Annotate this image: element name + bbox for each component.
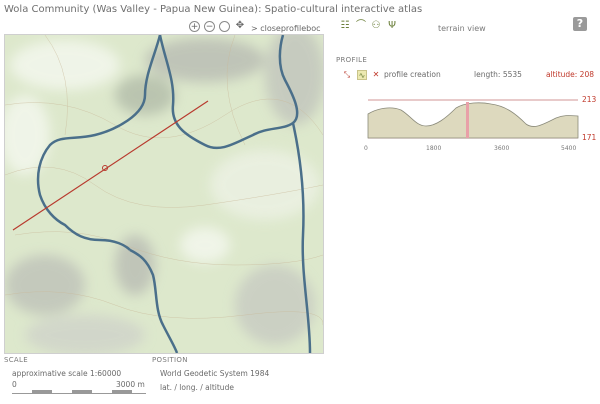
help-button[interactable]: ? bbox=[573, 17, 587, 31]
plant-icon[interactable]: Ψ bbox=[386, 20, 398, 32]
profile-xtick-3: 5400 bbox=[561, 145, 577, 152]
profile-xtick-0: 0 bbox=[364, 145, 368, 152]
profile-tool-icon[interactable]: ⌒ bbox=[355, 20, 367, 32]
scale-end: 3000 m bbox=[116, 380, 145, 389]
profile-length: length: 5535 bbox=[474, 70, 522, 79]
profile-heading: PROFILE bbox=[336, 56, 368, 64]
position-heading: POSITION bbox=[152, 356, 188, 364]
close-profile-link[interactable]: > closeprofileboc bbox=[251, 24, 321, 33]
topographic-map[interactable] bbox=[4, 34, 324, 354]
profile-creation-label: profile creation bbox=[384, 70, 441, 79]
page-title: Wola Community (Was Valley - Papua New G… bbox=[4, 4, 423, 15]
scale-bar bbox=[12, 390, 146, 394]
profile-ymax: 213 bbox=[582, 95, 597, 104]
coords-label: lat. / long. / altitude bbox=[160, 383, 234, 392]
scale-text: approximative scale 1:60000 bbox=[12, 369, 122, 378]
people-icon[interactable]: ⚇ bbox=[370, 20, 382, 32]
profile-altitude: altitude: 208 bbox=[546, 70, 594, 79]
zoom-out-button[interactable]: − bbox=[204, 21, 215, 32]
zoom-in-button[interactable]: + bbox=[189, 21, 200, 32]
zoom-reset-button[interactable] bbox=[219, 21, 230, 32]
elevation-profile-chart bbox=[366, 92, 580, 152]
terrain-view-label: terrain view bbox=[438, 24, 486, 33]
close-icon[interactable]: ✕ bbox=[371, 70, 381, 80]
profile-xtick-2: 3600 bbox=[494, 145, 510, 152]
profile-ymin: 171 bbox=[582, 133, 597, 142]
list-view-icon[interactable]: ☷ bbox=[339, 20, 351, 32]
pan-icon[interactable]: ✥ bbox=[234, 20, 246, 32]
profile-line-icon[interactable]: ∿ bbox=[357, 70, 367, 80]
scale-heading: SCALE bbox=[4, 356, 28, 364]
profile-draw-icon[interactable]: ⤡ bbox=[342, 70, 352, 80]
profile-xtick-1: 1800 bbox=[426, 145, 442, 152]
geodetic-system: World Geodetic System 1984 bbox=[160, 369, 270, 378]
scale-start: 0 bbox=[12, 380, 17, 389]
